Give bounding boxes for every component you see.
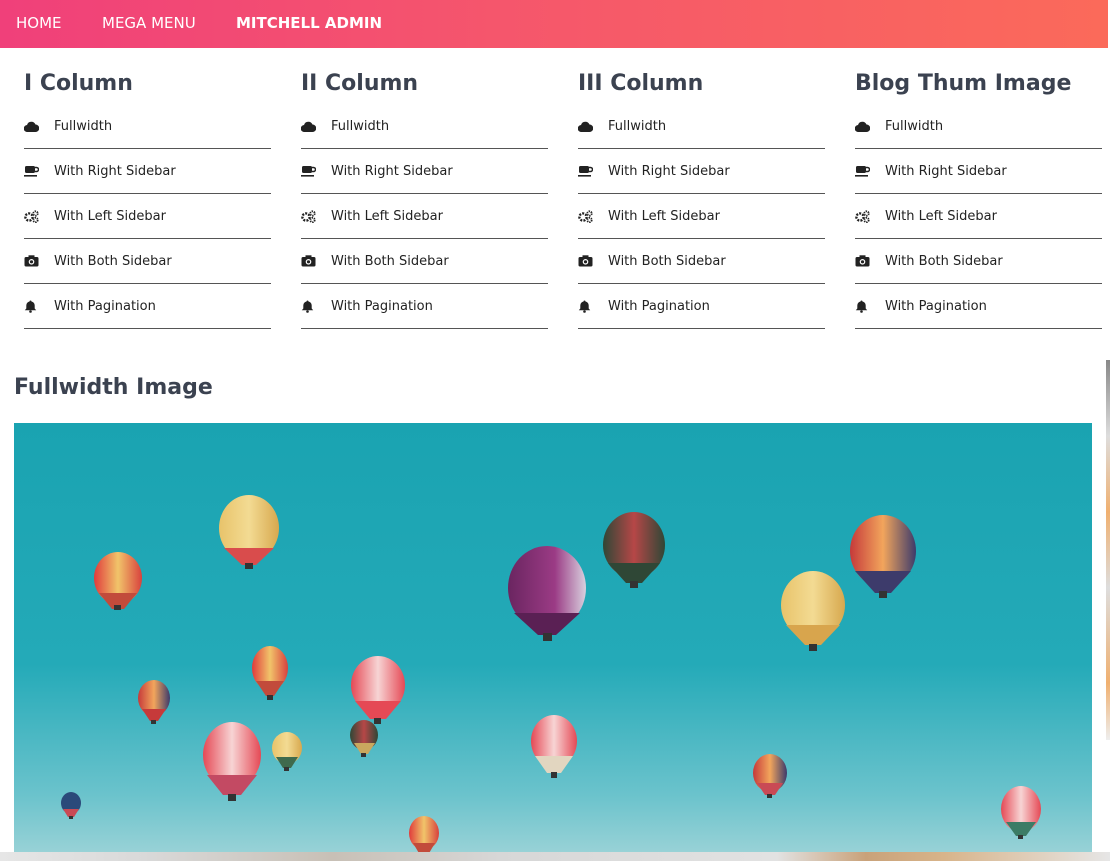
balloon bbox=[203, 722, 261, 801]
bell-icon bbox=[578, 300, 608, 313]
menu-item-label: With Left Sidebar bbox=[54, 208, 166, 224]
nav-mega-menu-link[interactable]: MEGA MENU bbox=[102, 14, 196, 32]
menu-item-pagination[interactable]: With Pagination bbox=[855, 284, 1102, 329]
menu-item-label: With Pagination bbox=[54, 298, 156, 314]
menu-item-label: With Right Sidebar bbox=[331, 163, 453, 179]
coffee-icon bbox=[301, 165, 331, 177]
menu-item-both-sidebar[interactable]: With Both Sidebar bbox=[24, 239, 271, 284]
menu-item-label: With Both Sidebar bbox=[331, 253, 449, 269]
balloon bbox=[603, 512, 665, 588]
menu-item-label: With Pagination bbox=[608, 298, 710, 314]
balloon bbox=[1001, 786, 1041, 839]
coffee-icon bbox=[855, 165, 885, 177]
column-title: III Column bbox=[578, 71, 704, 96]
cogs-icon bbox=[578, 209, 608, 223]
balloon bbox=[531, 715, 577, 778]
bell-icon bbox=[301, 300, 331, 313]
menu-item-pagination[interactable]: With Pagination bbox=[578, 284, 825, 329]
balloon bbox=[850, 515, 916, 598]
menu-item-label: With Both Sidebar bbox=[608, 253, 726, 269]
column-link-list: Fullwidth With Right Sidebar With Left S… bbox=[578, 104, 825, 329]
hot-air-balloons-illustration bbox=[61, 495, 1041, 855]
column-link-list: Fullwidth With Right Sidebar With Left S… bbox=[301, 104, 548, 329]
cloud-icon bbox=[578, 121, 608, 132]
cloud-icon bbox=[24, 121, 54, 132]
menu-item-label: With Right Sidebar bbox=[54, 163, 176, 179]
camera-icon bbox=[24, 255, 54, 267]
menu-item-right-sidebar[interactable]: With Right Sidebar bbox=[855, 149, 1102, 194]
camera-icon bbox=[301, 255, 331, 267]
fullwidth-image-title: Fullwidth Image bbox=[14, 375, 213, 400]
balloon bbox=[94, 552, 142, 610]
balloon bbox=[219, 495, 279, 569]
menu-item-label: With Left Sidebar bbox=[885, 208, 997, 224]
top-navbar: HOME MEGA MENU MITCHELL ADMIN bbox=[0, 0, 1108, 48]
cloud-icon bbox=[301, 121, 331, 132]
menu-item-label: Fullwidth bbox=[331, 118, 390, 134]
menu-item-right-sidebar[interactable]: With Right Sidebar bbox=[301, 149, 548, 194]
menu-item-label: With Left Sidebar bbox=[331, 208, 443, 224]
camera-icon bbox=[855, 255, 885, 267]
fullwidth-image[interactable] bbox=[14, 423, 1092, 861]
menu-item-fullwidth[interactable]: Fullwidth bbox=[301, 104, 548, 149]
column-link-list: Fullwidth With Right Sidebar With Left S… bbox=[24, 104, 271, 329]
menu-item-label: Fullwidth bbox=[885, 118, 944, 134]
balloon bbox=[753, 754, 787, 798]
cogs-icon bbox=[24, 209, 54, 223]
menu-item-label: With Both Sidebar bbox=[54, 253, 172, 269]
balloon bbox=[508, 546, 586, 641]
balloon bbox=[138, 680, 170, 724]
menu-item-pagination[interactable]: With Pagination bbox=[301, 284, 548, 329]
balloon bbox=[252, 646, 288, 700]
mega-menu-panel: I Column Fullwidth With Right Sidebar Wi… bbox=[0, 48, 1108, 348]
menu-item-label: Fullwidth bbox=[608, 118, 667, 134]
menu-item-fullwidth[interactable]: Fullwidth bbox=[578, 104, 825, 149]
menu-item-right-sidebar[interactable]: With Right Sidebar bbox=[578, 149, 825, 194]
next-image-strip bbox=[0, 852, 1110, 861]
menu-item-label: With Right Sidebar bbox=[885, 163, 1007, 179]
balloon bbox=[781, 571, 845, 651]
nav-user-menu-link[interactable]: MITCHELL ADMIN bbox=[236, 14, 382, 32]
bell-icon bbox=[855, 300, 885, 313]
cogs-icon bbox=[855, 209, 885, 223]
menu-item-both-sidebar[interactable]: With Both Sidebar bbox=[855, 239, 1102, 284]
menu-item-left-sidebar[interactable]: With Left Sidebar bbox=[301, 194, 548, 239]
menu-item-both-sidebar[interactable]: With Both Sidebar bbox=[578, 239, 825, 284]
menu-item-pagination[interactable]: With Pagination bbox=[24, 284, 271, 329]
menu-item-label: With Pagination bbox=[331, 298, 433, 314]
balloon bbox=[350, 720, 378, 757]
menu-item-right-sidebar[interactable]: With Right Sidebar bbox=[24, 149, 271, 194]
menu-item-label: With Right Sidebar bbox=[608, 163, 730, 179]
camera-icon bbox=[578, 255, 608, 267]
menu-item-fullwidth[interactable]: Fullwidth bbox=[855, 104, 1102, 149]
column-link-list: Fullwidth With Right Sidebar With Left S… bbox=[855, 104, 1102, 329]
cogs-icon bbox=[301, 209, 331, 223]
menu-item-label: Fullwidth bbox=[54, 118, 113, 134]
menu-item-left-sidebar[interactable]: With Left Sidebar bbox=[855, 194, 1102, 239]
coffee-icon bbox=[578, 165, 608, 177]
cloud-icon bbox=[855, 121, 885, 132]
menu-item-both-sidebar[interactable]: With Both Sidebar bbox=[301, 239, 548, 284]
column-title: Blog Thum Image bbox=[855, 71, 1072, 96]
balloon bbox=[272, 732, 302, 771]
balloon bbox=[409, 816, 439, 855]
menu-item-left-sidebar[interactable]: With Left Sidebar bbox=[578, 194, 825, 239]
column-title: I Column bbox=[24, 71, 133, 96]
balloon bbox=[61, 792, 81, 819]
column-title: II Column bbox=[301, 71, 419, 96]
bell-icon bbox=[24, 300, 54, 313]
coffee-icon bbox=[24, 165, 54, 177]
menu-item-label: With Left Sidebar bbox=[608, 208, 720, 224]
menu-item-label: With Both Sidebar bbox=[885, 253, 1003, 269]
balloon bbox=[351, 656, 405, 724]
nav-home-link[interactable]: HOME bbox=[16, 14, 62, 32]
menu-item-left-sidebar[interactable]: With Left Sidebar bbox=[24, 194, 271, 239]
menu-item-label: With Pagination bbox=[885, 298, 987, 314]
scrollbar-edge bbox=[1106, 360, 1110, 740]
menu-item-fullwidth[interactable]: Fullwidth bbox=[24, 104, 271, 149]
